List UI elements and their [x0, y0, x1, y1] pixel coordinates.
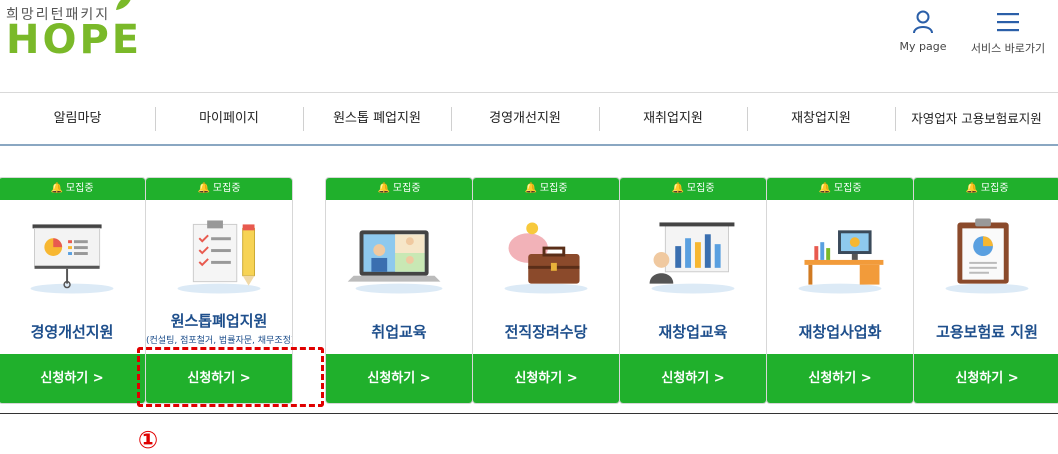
video-call-laptop-icon: [347, 230, 443, 294]
recruiting-badge: 🔔 모집중: [473, 178, 619, 200]
bell-icon: 🔔: [377, 183, 390, 194]
section-divider: [0, 413, 1058, 414]
step-marker: ①: [137, 426, 159, 454]
presenter-bar-chart-icon: [649, 222, 735, 294]
nav-item-restartup[interactable]: 재창업지원: [747, 93, 895, 145]
user-icon: [913, 10, 933, 34]
program-card-restartup-education[interactable]: 🔔 모집중 재창업교육 신청하기 >: [619, 177, 767, 404]
nav-item-reemployment[interactable]: 재취업지원: [599, 93, 747, 145]
piggy-bank-briefcase-icon: [504, 222, 588, 294]
recruiting-badge: 🔔 모집중: [620, 178, 766, 200]
nav-item-mypage[interactable]: 마이페이지: [155, 93, 303, 145]
nav-item-insurance-support[interactable]: 자영업자 고용보험료지원: [895, 93, 1058, 145]
card-title: 경영개선지원: [30, 323, 114, 341]
program-card-insurance[interactable]: 🔔 모집중 고용보험료 지원 신청하기 >: [913, 177, 1058, 404]
program-card-management[interactable]: 🔔 모집중 경영개선지원 신청하기 >: [0, 177, 146, 404]
program-card-transfer-allowance[interactable]: 🔔 모집중 전직장려수당 신청하기 >: [472, 177, 620, 404]
site-header: 희망리턴패키지 HOPE My page 서비스 바로가기: [0, 0, 1058, 92]
program-card-job-training[interactable]: 🔔 모집중 취업교육 신청하기 >: [325, 177, 473, 404]
apply-button[interactable]: 신청하기 >: [620, 354, 766, 403]
pie-chart-clipboard-icon: [945, 218, 1029, 294]
card-title: 고용보험료 지원: [936, 323, 1038, 341]
card-subtitle: (컨설팅, 점포철거, 법률자문, 채무조정): [146, 336, 293, 346]
recruiting-badge: 🔔 모집중: [0, 178, 145, 200]
apply-button[interactable]: 신청하기 >: [767, 354, 913, 403]
card-title: 재창업사업화: [798, 323, 882, 341]
apply-button[interactable]: 신청하기 >: [914, 354, 1058, 403]
highlight-box: [137, 347, 324, 407]
nav-item-management-improvement[interactable]: 경영개선지원: [451, 93, 599, 145]
card-title: 전직장려수당: [504, 323, 588, 341]
card-title: 재창업교육: [658, 323, 728, 341]
mypage-label: My page: [899, 40, 947, 53]
card-title: 원스톱폐업지원: [170, 312, 268, 330]
nav-item-notice[interactable]: 알림마당: [0, 93, 155, 145]
service-shortcut-label: 서비스 바로가기: [970, 42, 1046, 55]
program-card-restartup-commercialization[interactable]: 🔔 모집중 재창업사업화 신청하기 >: [766, 177, 914, 404]
presentation-board-icon: [30, 224, 114, 294]
main-nav: 알림마당 마이페이지 원스톱 폐업지원 경영개선지원 재취업지원 재창업지원 자…: [0, 92, 1058, 146]
bell-icon: 🔔: [197, 183, 210, 194]
bell-icon: 🔔: [50, 183, 63, 194]
checklist-clipboard-icon: [177, 220, 261, 294]
recruiting-badge: 🔔 모집중: [767, 178, 913, 200]
bell-icon: 🔔: [524, 183, 537, 194]
leaf-icon: [116, 0, 131, 10]
recruiting-badge: 🔔 모집중: [146, 178, 292, 200]
apply-button[interactable]: 신청하기 >: [0, 354, 145, 403]
bell-icon: 🔔: [671, 183, 684, 194]
recruiting-badge: 🔔 모집중: [914, 178, 1058, 200]
hamburger-menu-icon: [997, 13, 1019, 32]
bell-icon: 🔔: [818, 183, 831, 194]
card-title: 취업교육: [371, 323, 427, 341]
nav-item-closure-support[interactable]: 원스톱 폐업지원: [303, 93, 451, 145]
hope-logo[interactable]: 희망리턴패키지 HOPE: [4, 0, 144, 70]
apply-button[interactable]: 신청하기 >: [326, 354, 472, 403]
bell-icon: 🔔: [965, 183, 978, 194]
recruiting-badge: 🔔 모집중: [326, 178, 472, 200]
mypage-link[interactable]: My page: [896, 10, 950, 53]
apply-button[interactable]: 신청하기 >: [473, 354, 619, 403]
logo-brand: HOPE: [6, 17, 143, 63]
desk-monitor-icon: [798, 230, 884, 294]
service-shortcut-link[interactable]: 서비스 바로가기: [968, 10, 1048, 56]
